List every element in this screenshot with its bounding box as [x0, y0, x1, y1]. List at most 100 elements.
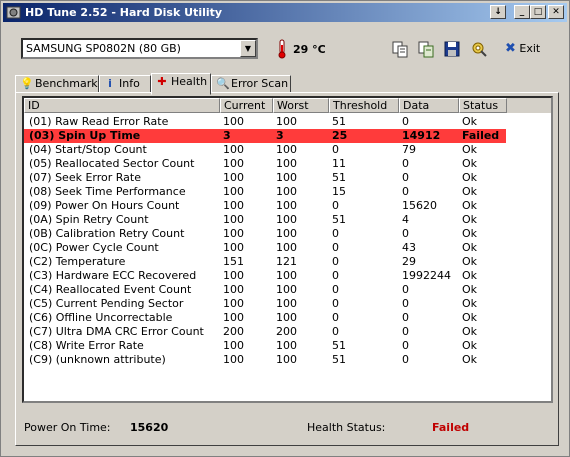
power-on-value: 15620 — [130, 421, 169, 434]
health-status-value: Failed — [432, 421, 470, 434]
status-value: Ok — [462, 311, 478, 324]
worst-value: 100 — [276, 311, 297, 324]
worst-value: 100 — [276, 269, 297, 282]
threshold-value: 0 — [332, 325, 339, 338]
table-row[interactable]: (0B) Calibration Retry Count 100 100 0 0 Ok — [24, 227, 551, 241]
table-row[interactable]: (0C) Power Cycle Count 100 100 0 43 Ok — [24, 241, 551, 255]
attribute-id: (01) Raw Read Error Rate — [29, 115, 169, 128]
attribute-id: (C7) Ultra DMA CRC Error Count — [29, 325, 204, 338]
threshold-value: 0 — [332, 227, 339, 240]
table-row[interactable]: (C2) Temperature 151 121 0 29 Ok — [24, 255, 551, 269]
threshold-value: 51 — [332, 339, 346, 352]
current-value: 100 — [223, 213, 244, 226]
tab-label: Info — [119, 77, 140, 90]
current-value: 3 — [223, 129, 231, 142]
column-header-data[interactable]: Data — [399, 98, 459, 113]
window-title: HD Tune 2.52 - Hard Disk Utility — [25, 6, 223, 19]
threshold-value: 51 — [332, 353, 346, 366]
worst-value: 200 — [276, 325, 297, 338]
current-value: 100 — [223, 157, 244, 170]
table-row[interactable]: (C9) (unknown attribute) 100 100 51 0 Ok — [24, 353, 551, 367]
data-value: 0 — [402, 353, 409, 366]
minimize-button[interactable]: _ — [514, 5, 530, 19]
status-value: Ok — [462, 269, 478, 282]
attribute-id: (05) Reallocated Sector Count — [29, 157, 195, 170]
attribute-id: (C9) (unknown attribute) — [29, 353, 166, 366]
temperature-value: 29 °C — [293, 43, 326, 56]
maximize-button[interactable]: □ — [530, 5, 546, 19]
threshold-value: 0 — [332, 199, 339, 212]
copy-all-icon[interactable] — [416, 39, 436, 59]
column-header-id[interactable]: ID — [24, 98, 220, 113]
table-row[interactable]: (C3) Hardware ECC Recovered 100 100 0 199224… — [24, 269, 551, 283]
health-panel: ID Current Worst Threshold Data Status (… — [15, 92, 559, 446]
status-value: Ok — [462, 241, 478, 254]
table-row[interactable]: (08) Seek Time Performance 100 100 15 0 Ok — [24, 185, 551, 199]
table-row[interactable]: (09) Power On Hours Count 100 100 0 15620 Ok — [24, 199, 551, 213]
table-row[interactable]: (04) Start/Stop Count 100 100 0 79 Ok — [24, 143, 551, 157]
column-header-threshold[interactable]: Threshold — [329, 98, 399, 113]
drive-select-value: SAMSUNG SP0802N (80 GB) — [26, 42, 181, 55]
threshold-value: 51 — [332, 171, 346, 184]
copy-icon[interactable] — [390, 39, 410, 59]
column-header-status[interactable]: Status — [459, 98, 507, 113]
smart-table: ID Current Worst Threshold Data Status (… — [22, 96, 553, 403]
drive-select[interactable]: SAMSUNG SP0802N (80 GB) ▼ — [21, 38, 258, 59]
table-row[interactable]: (C5) Current Pending Sector 100 100 0 0 Ok — [24, 297, 551, 311]
column-header-current[interactable]: Current — [220, 98, 273, 113]
attribute-id: (09) Power On Hours Count — [29, 199, 180, 212]
data-value: 0 — [402, 297, 409, 310]
column-header-worst[interactable]: Worst — [273, 98, 329, 113]
table-header: ID Current Worst Threshold Data Status — [24, 98, 551, 113]
data-value: 0 — [402, 283, 409, 296]
table-row[interactable]: (C8) Write Error Rate 100 100 51 0 Ok — [24, 339, 551, 353]
status-value: Ok — [462, 325, 478, 338]
status-value: Ok — [462, 199, 478, 212]
data-value: 79 — [402, 143, 416, 156]
table-row[interactable]: (C6) Offline Uncorrectable 100 100 0 0 Ok — [24, 311, 551, 325]
save-icon[interactable] — [442, 39, 462, 59]
worst-value: 100 — [276, 185, 297, 198]
table-row[interactable]: (05) Reallocated Sector Count 100 100 11 0 Ok — [24, 157, 551, 171]
health-status-label: Health Status: — [307, 421, 386, 434]
table-row[interactable]: (0A) Spin Retry Count 100 100 51 4 Ok — [24, 213, 551, 227]
table-row[interactable]: (07) Seek Error Rate 100 100 51 0 Ok — [24, 171, 551, 185]
worst-value: 100 — [276, 283, 297, 296]
attribute-id: (08) Seek Time Performance — [29, 185, 186, 198]
threshold-value: 0 — [332, 255, 339, 268]
threshold-value: 25 — [332, 129, 348, 142]
table-row[interactable]: (01) Raw Read Error Rate 100 100 51 0 Ok — [24, 115, 551, 129]
title-bar[interactable]: HD Tune 2.52 - Hard Disk Utility ↓ _ □ ✕ — [3, 3, 567, 22]
worst-value: 100 — [276, 241, 297, 254]
data-value: 29 — [402, 255, 416, 268]
current-value: 100 — [223, 199, 244, 212]
worst-value: 100 — [276, 297, 297, 310]
data-value: 43 — [402, 241, 416, 254]
data-value: 0 — [402, 339, 409, 352]
data-value: 0 — [402, 227, 409, 240]
data-value: 1992244 — [402, 269, 451, 282]
current-value: 200 — [223, 325, 244, 338]
chevron-down-icon[interactable]: ▼ — [240, 40, 256, 57]
status-value: Ok — [462, 157, 478, 170]
close-button[interactable]: ✕ — [548, 5, 564, 19]
status-value: Ok — [462, 171, 478, 184]
table-body: (01) Raw Read Error Rate 100 100 51 0 Ok (03) … — [24, 115, 551, 367]
status-value: Failed — [462, 129, 500, 142]
table-row[interactable]: (C4) Reallocated Event Count 100 100 0 0 Ok — [24, 283, 551, 297]
exit-button[interactable]: ✖ Exit — [505, 41, 540, 59]
exit-icon: ✖ — [505, 41, 516, 56]
status-value: Ok — [462, 115, 478, 128]
worst-value: 100 — [276, 157, 297, 170]
threshold-value: 0 — [332, 283, 339, 296]
app-disk-icon — [6, 6, 21, 19]
attribute-id: (C5) Current Pending Sector — [29, 297, 184, 310]
tab-health[interactable]: ✚ Health — [151, 73, 211, 95]
current-value: 100 — [223, 185, 244, 198]
current-value: 100 — [223, 143, 244, 156]
options-icon[interactable] — [469, 39, 489, 59]
info-icon: i — [108, 77, 112, 90]
table-row[interactable]: (03) Spin Up Time 3 3 25 14912 Failed — [24, 129, 506, 143]
menu-down-button[interactable]: ↓ — [490, 5, 506, 19]
table-row[interactable]: (C7) Ultra DMA CRC Error Count 200 200 0 0 Ok — [24, 325, 551, 339]
